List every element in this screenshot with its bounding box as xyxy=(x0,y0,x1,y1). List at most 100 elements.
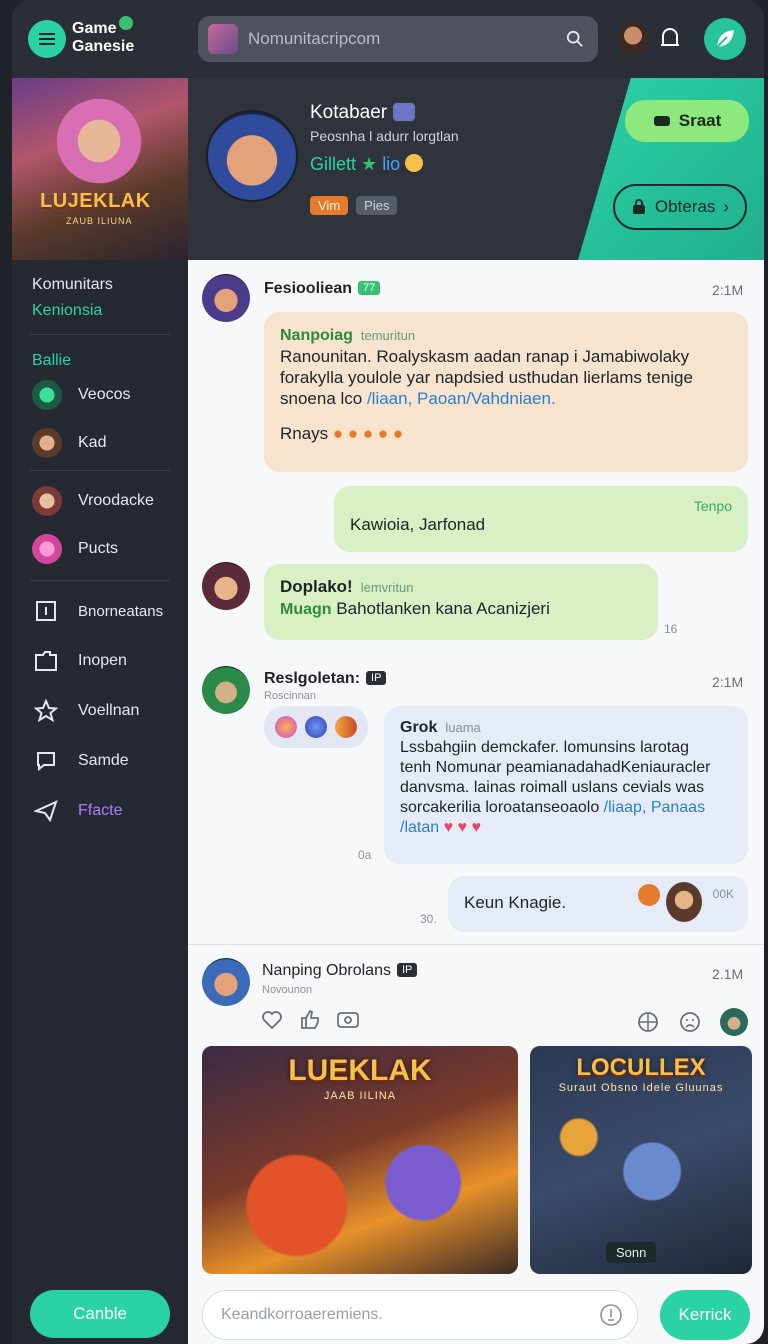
profile-avatar[interactable] xyxy=(206,110,298,202)
game-card-title: LOCULLEX xyxy=(576,1054,706,1081)
sidebar-nav-voellnan[interactable]: Voellnan xyxy=(32,694,139,728)
sidebar-nav-inopen[interactable]: Inopen xyxy=(32,644,127,678)
sidebar-item-veocos[interactable]: Veocos xyxy=(32,378,130,412)
message-bubble[interactable]: Doplako! lemvritun Muagn Bahotlanken kana… xyxy=(264,564,658,640)
sidebar-nav-samde[interactable]: Samde xyxy=(32,744,129,778)
sidebar-nav-ffacte[interactable]: Ffacte xyxy=(32,794,122,828)
emoji-reactions-icon[interactable]: ● ● ● ● ● xyxy=(333,424,403,443)
message-text: Ranounitan. Roalyskasm aadan ranap i Jam… xyxy=(280,347,690,366)
verified-badge-icon xyxy=(393,103,416,121)
game-card-subtitle: JAAB IILINA xyxy=(323,1090,397,1102)
search-icon[interactable] xyxy=(566,30,584,48)
chat-icon xyxy=(32,747,60,775)
divider xyxy=(30,334,170,335)
user-avatar[interactable] xyxy=(618,22,648,56)
message-count: 16 xyxy=(664,622,678,636)
game-card[interactable]: LUEKLAK JAAB IILINA xyxy=(202,1046,518,1274)
profile-stat-extra: lio xyxy=(382,154,401,174)
thumbs-up-icon[interactable] xyxy=(298,1008,322,1032)
message-bubble[interactable]: Keun Knagie. 00K xyxy=(448,876,748,932)
avatar[interactable] xyxy=(720,1008,748,1036)
banner-subtitle: ZAUB ILIUNA xyxy=(66,216,133,226)
image-icon[interactable] xyxy=(336,1008,360,1032)
message-text: Kawioia, Jarfonad xyxy=(350,515,486,534)
hearts-icon: ♥ ♥ ♥ xyxy=(443,819,481,836)
tag-pies[interactable]: Pies xyxy=(356,196,398,215)
sidebar-nav-label: Ffacte xyxy=(78,802,123,819)
message-author-text: Reslgoletan: xyxy=(264,670,361,687)
message-text: Lssbahgiin demckafer. lomunsins larotag xyxy=(400,739,690,756)
others-button-label: Obteras xyxy=(654,197,716,216)
message-author-text: Fesiooliean xyxy=(264,280,353,297)
sidebar-nav-label: Voellnan xyxy=(78,702,140,719)
message-bubble[interactable]: Grok luama Lssbahgiin demckafer. lomunsin… xyxy=(384,706,748,864)
reaction-label: Rnays xyxy=(280,424,329,443)
reaction-pill[interactable] xyxy=(264,706,368,748)
message-composer[interactable] xyxy=(202,1290,638,1340)
smile-icon xyxy=(405,154,424,172)
avatar[interactable] xyxy=(202,666,250,714)
cancel-button[interactable]: Canble xyxy=(30,1290,170,1338)
tag-vim[interactable]: Vim xyxy=(310,196,349,215)
hero-avatar-icon xyxy=(32,428,62,458)
search-bar[interactable] xyxy=(198,16,598,62)
post-author-text: Nanping Obrolans xyxy=(262,962,391,979)
sidebar-nav-bnorneatans[interactable]: Bnorneatans xyxy=(32,594,163,628)
gamepad-icon xyxy=(653,116,670,126)
message-subtitle: Roscinnan xyxy=(264,690,316,702)
sidebar-section-sub[interactable]: Kenionsia xyxy=(32,302,102,320)
search-input[interactable] xyxy=(248,29,566,49)
attach-icon[interactable] xyxy=(599,1303,623,1327)
avatar[interactable] xyxy=(202,958,250,1006)
star-icon xyxy=(32,697,60,725)
send-button[interactable]: Kerrick xyxy=(660,1290,750,1340)
globe-icon[interactable] xyxy=(636,1010,660,1034)
message-link[interactable]: /latan xyxy=(400,819,439,836)
level-badge: IP xyxy=(366,671,387,685)
profile-stat-text: Gillett xyxy=(310,154,357,174)
reaction-count: 00K xyxy=(712,887,734,901)
sad-face-icon[interactable] xyxy=(678,1010,702,1034)
message-author: Reslgoletan: IP xyxy=(264,670,387,688)
banner-title: LUJEKLAK xyxy=(40,190,151,212)
avatar[interactable] xyxy=(202,274,250,322)
divider xyxy=(30,470,170,471)
bell-icon[interactable] xyxy=(658,26,682,52)
message-input[interactable] xyxy=(221,1306,599,1324)
bubble-meta: temuritun xyxy=(360,328,416,343)
sidebar-item-vroodacke[interactable]: Vroodacke xyxy=(32,484,154,518)
game-card[interactable]: LOCULLEX Suraut Obsno Idele Gluunas Sonn xyxy=(530,1046,752,1274)
message-text: forakylla youlole yar napdsied usthudan … xyxy=(280,368,693,387)
message-link[interactable]: /liaan, Paoan/Vahdniaen. xyxy=(367,389,556,408)
divider xyxy=(30,580,170,581)
game-card-title: LUEKLAK xyxy=(288,1054,432,1087)
message-text: snoena lco xyxy=(280,389,367,408)
sidebar-group-label: Ballie xyxy=(32,352,72,369)
orb-reaction-icon xyxy=(275,716,297,738)
sidebar-item-kad[interactable]: Kad xyxy=(32,426,106,460)
message-link[interactable]: /liaap, Panaas xyxy=(604,799,705,816)
game-card-tag[interactable]: Sonn xyxy=(606,1242,657,1263)
heart-icon[interactable] xyxy=(260,1008,284,1032)
message-author: Fesiooliean 77 xyxy=(264,280,381,298)
menu-button[interactable] xyxy=(28,20,66,58)
message-bubble[interactable]: Nanpoiag temuritun Ranounitan. Roalyskasm… xyxy=(264,312,748,472)
profile-tags: Vim Pies xyxy=(310,196,398,215)
avatar[interactable] xyxy=(202,562,250,610)
message-count: 0a xyxy=(358,848,372,862)
start-button[interactable]: Sraat xyxy=(625,100,749,142)
notification-dot-icon xyxy=(119,16,133,30)
message-text: tenh Nomunar peamianadahadKeniauracler xyxy=(400,759,711,776)
sidebar-item-pucts[interactable]: Pucts xyxy=(32,532,118,566)
message-count: 30. xyxy=(420,912,437,926)
compose-button[interactable] xyxy=(704,18,746,60)
search-thumbnail xyxy=(208,24,238,54)
green-orb-icon xyxy=(32,380,62,410)
others-button[interactable]: Obteras › xyxy=(613,184,747,230)
flame-reaction-icon xyxy=(335,716,357,738)
post-time: 2.1M xyxy=(712,966,744,982)
sidebar-banner[interactable]: LUJEKLAK ZAUB ILIUNA xyxy=(12,78,188,260)
message-bubble-self[interactable]: Tenpo Kawioia, Jarfonad xyxy=(334,486,748,552)
avatar[interactable] xyxy=(666,882,702,922)
start-button-label: Sraat xyxy=(678,111,722,130)
